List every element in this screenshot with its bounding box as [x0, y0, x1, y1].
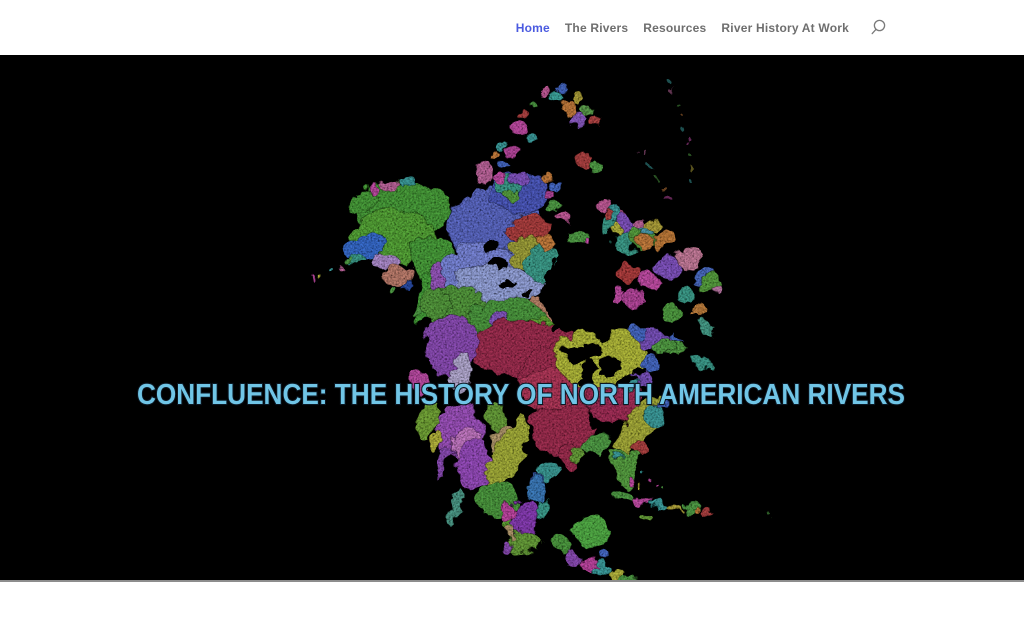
search-icon[interactable] — [868, 18, 888, 38]
nav-link-home[interactable]: Home — [516, 21, 550, 35]
hero-section: CONFLUENCE: THE HISTORY OF NORTH AMERICA… — [0, 55, 1024, 580]
river-basins-map: CONFLUENCE: THE HISTORY OF NORTH AMERICA… — [0, 55, 1024, 580]
hero-title: CONFLUENCE: THE HISTORY OF NORTH AMERICA… — [137, 379, 905, 411]
primary-nav: Home The Rivers Resources River History … — [516, 0, 888, 55]
nav-link-resources[interactable]: Resources — [643, 21, 706, 35]
nav-link-the-rivers[interactable]: The Rivers — [565, 21, 628, 35]
top-nav-bar: Home The Rivers Resources River History … — [0, 0, 1024, 55]
below-hero-section — [0, 580, 1024, 618]
nav-link-river-history-at-work[interactable]: River History At Work — [721, 21, 849, 35]
